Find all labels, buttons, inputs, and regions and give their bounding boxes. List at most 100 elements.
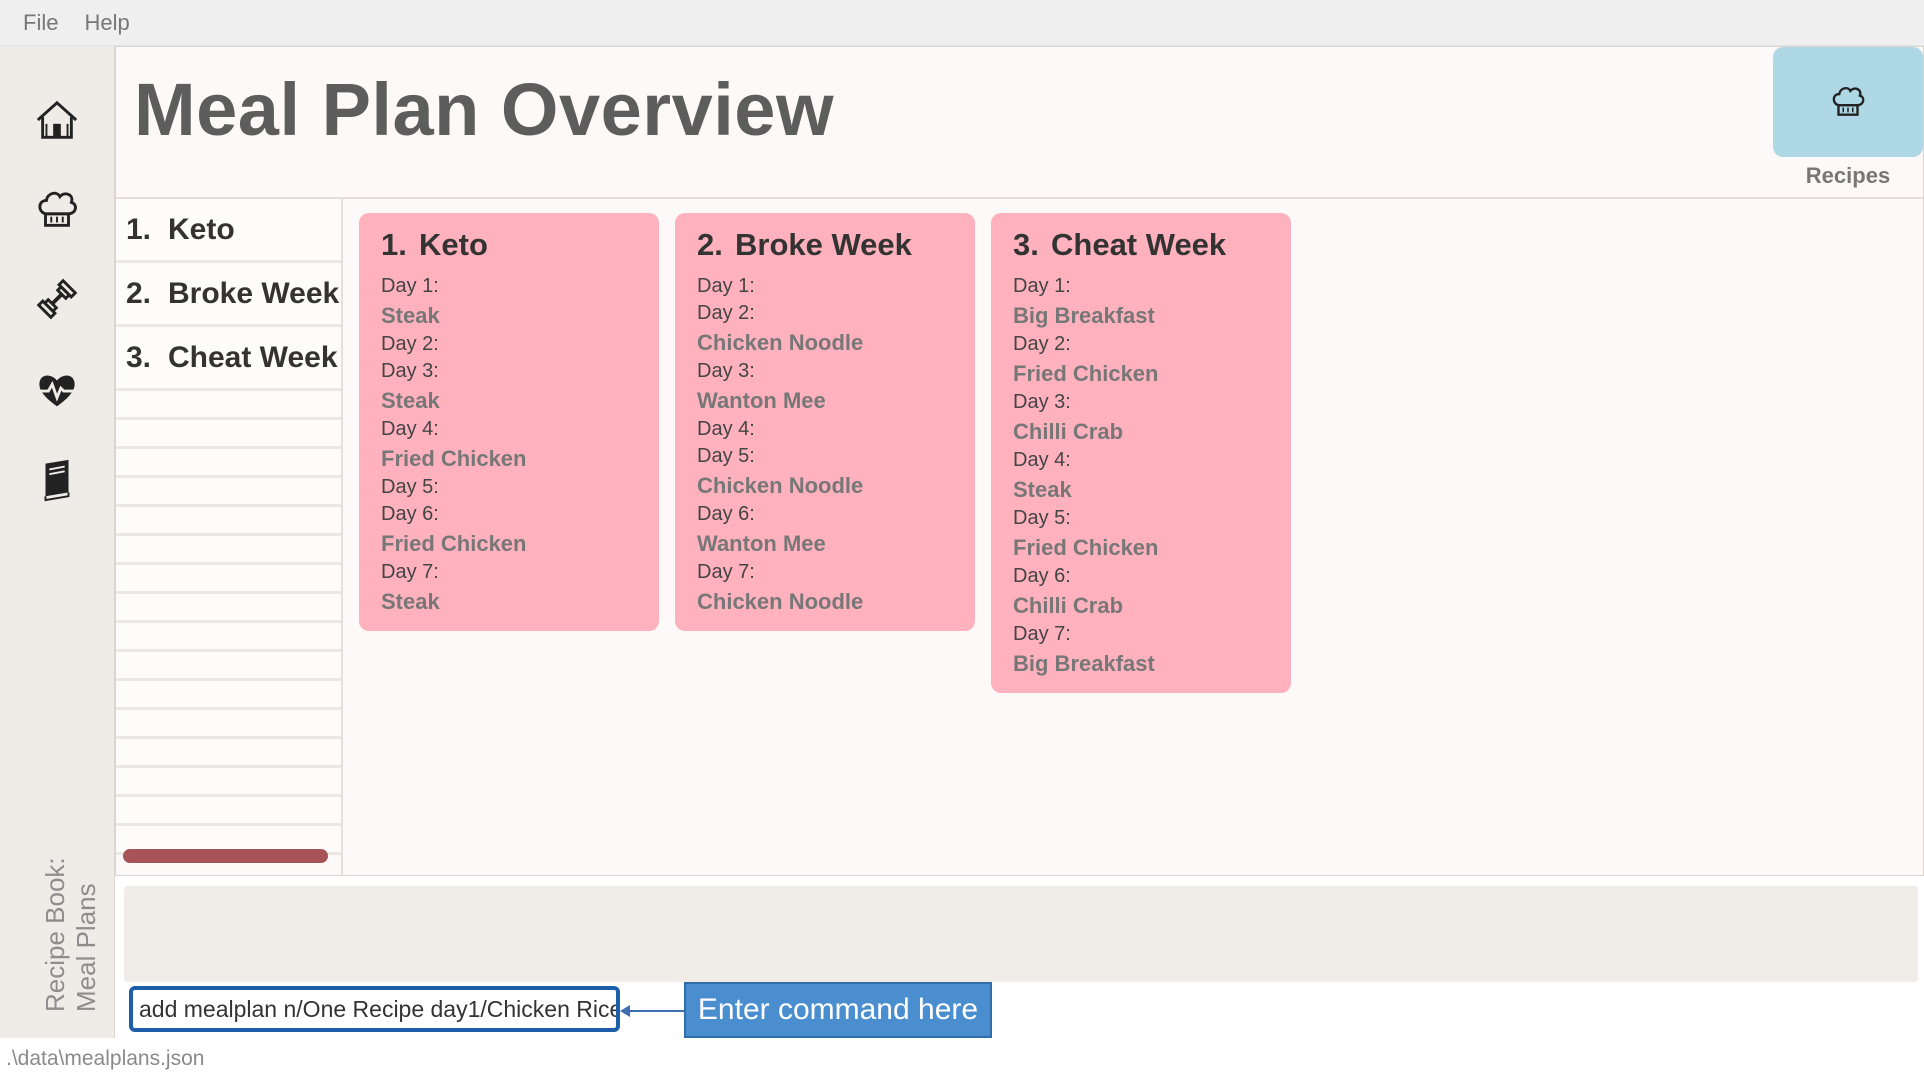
meal-name: Chicken Noodle	[697, 330, 864, 355]
empty-list-row	[116, 565, 341, 594]
meal-plan-card[interactable]: 2. Broke Week Day 1: Day 2: Chicken Noodle D…	[675, 213, 975, 631]
meal-name: Steak	[381, 303, 440, 328]
day-label: Day 4:	[697, 418, 755, 440]
list-item-number: 3.	[126, 340, 152, 374]
list-item[interactable]: 1. Keto	[116, 199, 341, 263]
heartbeat-icon	[37, 375, 77, 407]
list-item[interactable]: 2. Broke Week	[116, 263, 341, 327]
meal-name: Fried Chicken	[381, 446, 527, 471]
card-entries: Day 1: Steak Day 2: Day 3: Steak Day 4: Fried …	[381, 273, 637, 617]
empty-list-row	[116, 797, 341, 826]
empty-list-row	[116, 449, 341, 478]
menu-help[interactable]: Help	[84, 10, 129, 36]
meal-name: Big Breakfast	[1013, 303, 1155, 328]
page-title: Meal Plan Overview	[134, 68, 835, 151]
sidebar-caption: Recipe Book: Meal Plans	[40, 857, 102, 1012]
card-name: Broke Week	[735, 227, 912, 262]
day-label: Day 7:	[381, 561, 439, 583]
card-number: 1.	[381, 227, 407, 262]
day-label: Day 2:	[381, 333, 439, 355]
status-file-path: .\data\mealplans.json	[6, 1047, 205, 1070]
empty-list-row	[116, 681, 341, 710]
card-entries: Day 1: Day 2: Chicken Noodle Day 3: Wanton M…	[697, 273, 953, 617]
sidebar-item-workout[interactable]	[27, 269, 87, 329]
menu-bar: File Help	[0, 0, 1924, 46]
empty-rows	[116, 391, 341, 855]
day-label: Day 6:	[1013, 565, 1071, 587]
menu-file[interactable]: File	[23, 10, 58, 36]
empty-list-row	[116, 710, 341, 739]
meal-name: Steak	[381, 589, 440, 614]
home-icon	[36, 100, 78, 139]
chef-hat-icon	[1832, 86, 1865, 116]
list-item[interactable]: 3. Cheat Week	[116, 327, 341, 391]
sidebar-item-home[interactable]	[27, 90, 87, 150]
meal-name: Big Breakfast	[1013, 651, 1155, 676]
list-item-name: Broke Week	[168, 276, 340, 310]
day-label: Day 1:	[1013, 275, 1071, 297]
day-label: Day 5:	[1013, 507, 1071, 529]
book-icon	[44, 459, 70, 502]
day-label: Day 4:	[1013, 449, 1071, 471]
recipes-button[interactable]	[1773, 47, 1923, 157]
day-label: Day 5:	[697, 445, 755, 467]
day-label: Day 2:	[697, 302, 755, 324]
command-hint-callout: Enter command here	[684, 982, 992, 1038]
meal-name: Steak	[381, 388, 440, 413]
day-label: Day 4:	[381, 418, 439, 440]
result-display	[124, 886, 1918, 982]
dumbbell-icon	[36, 278, 78, 320]
list-item-name: Keto	[168, 212, 235, 246]
meal-name: Chilli Crab	[1013, 419, 1124, 444]
meal-name: Fried Chicken	[1013, 535, 1159, 560]
horizontal-scrollbar[interactable]	[123, 849, 328, 863]
recipes-label: Recipes	[1805, 163, 1891, 188]
card-title: 3. Cheat Week	[1013, 227, 1269, 263]
list-item-number: 1.	[126, 212, 152, 246]
list-item-number: 2.	[126, 276, 152, 310]
card-number: 2.	[697, 227, 723, 262]
meal-plan-card[interactable]: 3. Cheat Week Day 1: Big Breakfast Day 2: Fr…	[991, 213, 1291, 693]
empty-list-row	[116, 536, 341, 565]
day-label: Day 7:	[697, 561, 755, 583]
day-label: Day 3:	[1013, 391, 1071, 413]
main-panel: Meal Plan Overview Recipes 1. Keto 2. Br…	[115, 46, 1924, 876]
day-label: Day 3:	[697, 360, 755, 382]
day-label: Day 1:	[381, 275, 439, 297]
meal-plan-card[interactable]: 1. Keto Day 1: Steak Day 2: Day 3: Steak Day 4…	[359, 213, 659, 631]
day-label: Day 2:	[1013, 333, 1071, 355]
day-label: Day 7:	[1013, 623, 1071, 645]
sidebar-caption-line2: Meal Plans	[71, 883, 101, 1012]
empty-list-row	[116, 507, 341, 536]
meal-name: Fried Chicken	[381, 531, 527, 556]
day-label: Day 6:	[381, 503, 439, 525]
sidebar-item-book[interactable]	[27, 449, 87, 509]
card-entries: Day 1: Big Breakfast Day 2: Fried Chicken Da…	[1013, 273, 1269, 679]
card-title: 1. Keto	[381, 227, 637, 263]
empty-list-row	[116, 739, 341, 768]
day-label: Day 1:	[697, 275, 755, 297]
empty-list-row	[116, 420, 341, 449]
day-label: Day 6:	[697, 503, 755, 525]
empty-list-row	[116, 768, 341, 797]
meal-plan-list[interactable]: 1. Keto 2. Broke Week 3. Cheat Week	[116, 199, 343, 875]
empty-list-row	[116, 391, 341, 420]
empty-list-row	[116, 652, 341, 681]
sidebar-caption-line1: Recipe Book:	[40, 857, 70, 1012]
command-input[interactable]	[129, 986, 620, 1032]
empty-list-row	[116, 478, 341, 507]
day-label: Day 5:	[381, 476, 439, 498]
card-number: 3.	[1013, 227, 1039, 262]
meal-name: Steak	[1013, 477, 1072, 502]
list-item-name: Cheat Week	[168, 340, 338, 374]
card-name: Cheat Week	[1051, 227, 1227, 262]
sidebar-item-recipes[interactable]	[27, 180, 87, 240]
divider	[116, 197, 1923, 199]
card-title: 2. Broke Week	[697, 227, 953, 263]
meal-name: Chilli Crab	[1013, 593, 1124, 618]
empty-list-row	[116, 623, 341, 652]
meal-name: Wanton Mee	[697, 388, 826, 413]
meal-name: Chicken Noodle	[697, 473, 864, 498]
chef-hat-icon	[38, 191, 77, 227]
sidebar-item-health[interactable]	[27, 361, 87, 421]
